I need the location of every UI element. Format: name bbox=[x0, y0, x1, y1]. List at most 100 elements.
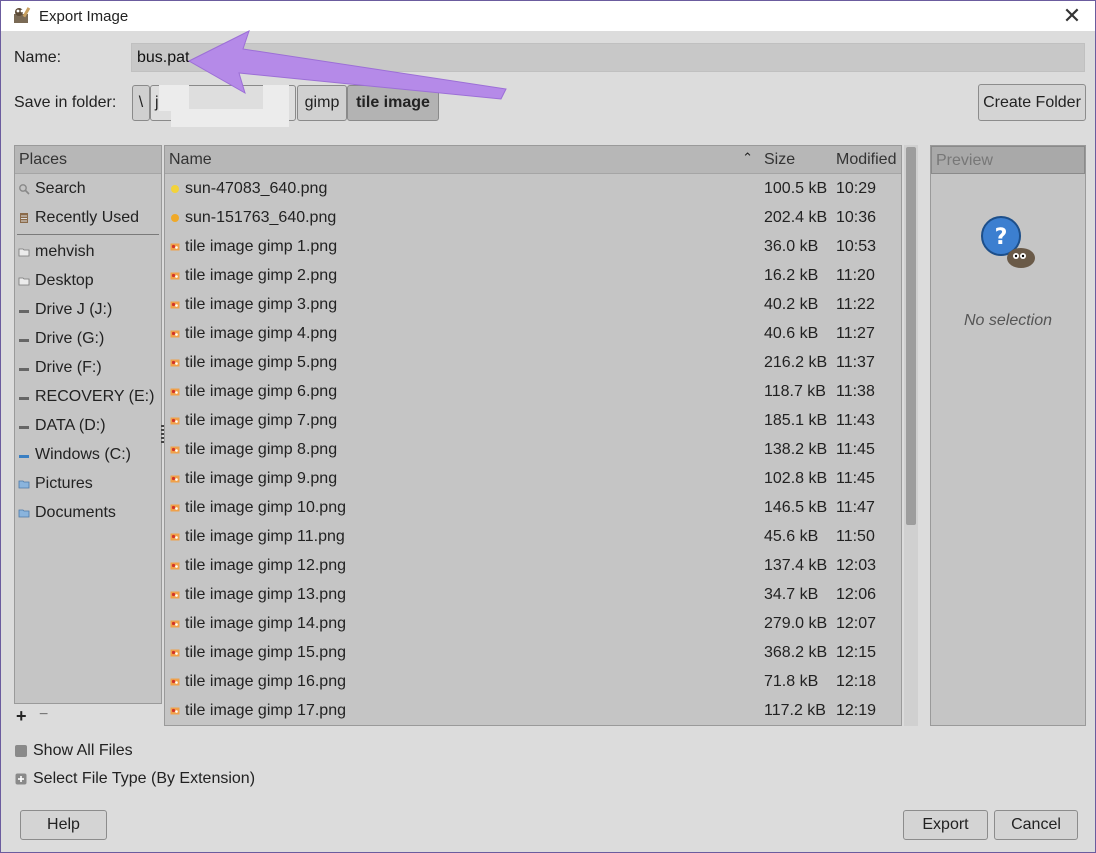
file-row[interactable]: tile image gimp 16.png 71.8 kB 12:18 bbox=[165, 667, 901, 696]
file-row[interactable]: tile image gimp 15.png 368.2 kB 12:15 bbox=[165, 638, 901, 667]
place-label: Recently Used bbox=[35, 208, 140, 226]
image-file-icon bbox=[171, 184, 179, 193]
file-name: tile image gimp 8.png bbox=[185, 440, 338, 458]
add-place-button[interactable]: + bbox=[16, 706, 27, 727]
file-modified: 11:47 bbox=[836, 498, 875, 516]
places-header[interactable]: Places bbox=[15, 146, 161, 174]
folder-icon bbox=[18, 248, 30, 256]
window-title: Export Image bbox=[39, 7, 129, 25]
place-documents[interactable]: Documents bbox=[15, 498, 161, 527]
file-size: 36.0 kB bbox=[764, 237, 819, 255]
file-row[interactable]: tile image gimp 5.png 216.2 kB 11:37 bbox=[165, 348, 901, 377]
place-pictures[interactable]: Pictures bbox=[15, 469, 161, 498]
file-size: 279.0 kB bbox=[764, 614, 828, 632]
file-name: tile image gimp 12.png bbox=[185, 556, 346, 574]
place-search[interactable]: Search bbox=[15, 174, 161, 203]
place-recently-used[interactable]: Recently Used bbox=[15, 203, 161, 232]
place-data[interactable]: DATA (D:) bbox=[15, 411, 161, 440]
file-name-cell: tile image gimp 2.png bbox=[165, 267, 759, 285]
file-modified: 11:50 bbox=[836, 527, 875, 545]
show-all-files-label: Show All Files bbox=[33, 742, 133, 759]
place-drive-f[interactable]: Drive (F:) bbox=[15, 353, 161, 382]
place-windows[interactable]: Windows (C:) bbox=[15, 440, 161, 469]
file-modified: 10:36 bbox=[836, 208, 877, 226]
file-row[interactable]: tile image gimp 1.png 36.0 kB 10:53 bbox=[165, 232, 901, 261]
filename-input[interactable]: bus.pat bbox=[131, 43, 1085, 72]
place-desktop[interactable]: Desktop bbox=[15, 266, 161, 295]
file-list-scrollbar[interactable] bbox=[904, 145, 918, 726]
scrollbar-thumb[interactable] bbox=[906, 147, 916, 525]
file-row[interactable]: tile image gimp 2.png 16.2 kB 11:20 bbox=[165, 261, 901, 290]
file-name: sun-47083_640.png bbox=[185, 179, 328, 197]
file-name: tile image gimp 9.png bbox=[185, 469, 338, 487]
place-recovery[interactable]: RECOVERY (E:) bbox=[15, 382, 161, 411]
file-row[interactable]: sun-47083_640.png 100.5 kB 10:29 bbox=[165, 174, 901, 203]
file-size: 216.2 kB bbox=[764, 353, 828, 371]
file-row[interactable]: tile image gimp 7.png 185.1 kB 11:43 bbox=[165, 406, 901, 435]
image-file-icon bbox=[170, 417, 180, 424]
file-modified: 11:27 bbox=[836, 324, 875, 342]
file-row[interactable]: tile image gimp 13.png 34.7 kB 12:06 bbox=[165, 580, 901, 609]
breadcrumb-tile-image[interactable]: tile image bbox=[347, 85, 439, 121]
file-row[interactable]: sun-151763_640.png 202.4 kB 10:36 bbox=[165, 203, 901, 232]
file-row[interactable]: tile image gimp 8.png 138.2 kB 11:45 bbox=[165, 435, 901, 464]
image-file-icon bbox=[170, 301, 180, 308]
file-size: 117.2 kB bbox=[764, 701, 826, 719]
file-size: 100.5 kB bbox=[764, 179, 828, 197]
help-button[interactable]: Help bbox=[20, 810, 107, 840]
file-size: 40.6 kB bbox=[764, 324, 819, 342]
breadcrumb-root[interactable]: \ bbox=[132, 85, 150, 121]
show-all-files-checkbox[interactable]: Show All Files bbox=[15, 742, 133, 760]
file-row[interactable]: tile image gimp 11.png 45.6 kB 11:50 bbox=[165, 522, 901, 551]
image-file-icon bbox=[170, 678, 180, 685]
file-modified: 12:06 bbox=[836, 585, 877, 603]
file-row[interactable]: tile image gimp 6.png 118.7 kB 11:38 bbox=[165, 377, 901, 406]
file-row[interactable]: tile image gimp 9.png 102.8 kB 11:45 bbox=[165, 464, 901, 493]
column-name-label: Name bbox=[169, 150, 212, 168]
column-name-header[interactable]: Name ⌃ bbox=[165, 149, 759, 169]
no-preview-icon: ? bbox=[981, 216, 1035, 268]
title-bar: Export Image ✕ bbox=[1, 1, 1095, 31]
image-file-icon bbox=[170, 330, 180, 337]
image-file-icon bbox=[170, 475, 180, 482]
file-name-cell: tile image gimp 17.png bbox=[165, 702, 759, 720]
export-button[interactable]: Export bbox=[903, 810, 988, 840]
file-size: 202.4 kB bbox=[764, 208, 828, 226]
select-file-type-expander[interactable]: Select File Type (By Extension) bbox=[15, 770, 255, 788]
file-modified: 12:19 bbox=[836, 701, 877, 719]
places-panel: Places Search Recently Used mehvish Desk… bbox=[14, 145, 162, 704]
create-folder-button[interactable]: Create Folder bbox=[978, 84, 1086, 121]
file-name-cell: tile image gimp 12.png bbox=[165, 557, 759, 575]
file-name: tile image gimp 15.png bbox=[185, 643, 346, 661]
image-file-icon bbox=[170, 707, 180, 714]
sort-ascending-icon: ⌃ bbox=[742, 149, 753, 165]
close-icon[interactable]: ✕ bbox=[1049, 1, 1095, 31]
column-modified-header[interactable]: Modified bbox=[831, 151, 901, 169]
file-name-cell: tile image gimp 6.png bbox=[165, 383, 759, 401]
place-mehvish[interactable]: mehvish bbox=[15, 237, 161, 266]
cancel-button[interactable]: Cancel bbox=[994, 810, 1078, 840]
place-drive-g[interactable]: Drive (G:) bbox=[15, 324, 161, 353]
file-size: 146.5 kB bbox=[764, 498, 828, 516]
gimp-app-icon bbox=[14, 7, 31, 23]
file-row[interactable]: tile image gimp 3.png 40.2 kB 11:22 bbox=[165, 290, 901, 319]
file-row[interactable]: tile image gimp 14.png 279.0 kB 12:07 bbox=[165, 609, 901, 638]
place-drive-j[interactable]: Drive J (J:) bbox=[15, 295, 161, 324]
file-modified: 11:45 bbox=[836, 440, 875, 458]
export-image-dialog: Export Image ✕ Name: bus.pat Save in fol… bbox=[0, 0, 1096, 853]
file-row[interactable]: tile image gimp 4.png 40.6 kB 11:27 bbox=[165, 319, 901, 348]
select-file-type-label: Select File Type (By Extension) bbox=[33, 770, 256, 787]
remove-place-button[interactable]: − bbox=[39, 706, 48, 724]
column-size-header[interactable]: Size bbox=[759, 151, 831, 169]
breadcrumb-gimp[interactable]: gimp bbox=[297, 85, 347, 121]
file-row[interactable]: tile image gimp 12.png 137.4 kB 12:03 bbox=[165, 551, 901, 580]
file-row[interactable]: tile image gimp 10.png 146.5 kB 11:47 bbox=[165, 493, 901, 522]
file-modified: 11:22 bbox=[836, 295, 875, 313]
preview-header[interactable]: Preview bbox=[931, 146, 1085, 174]
file-row[interactable]: tile image gimp 17.png 117.2 kB 12:19 bbox=[165, 696, 901, 725]
file-name-cell: tile image gimp 4.png bbox=[165, 325, 759, 343]
file-name: tile image gimp 17.png bbox=[185, 701, 346, 719]
place-label: Drive (F:) bbox=[35, 358, 102, 376]
file-modified: 11:20 bbox=[836, 266, 875, 284]
image-file-icon bbox=[170, 591, 180, 598]
